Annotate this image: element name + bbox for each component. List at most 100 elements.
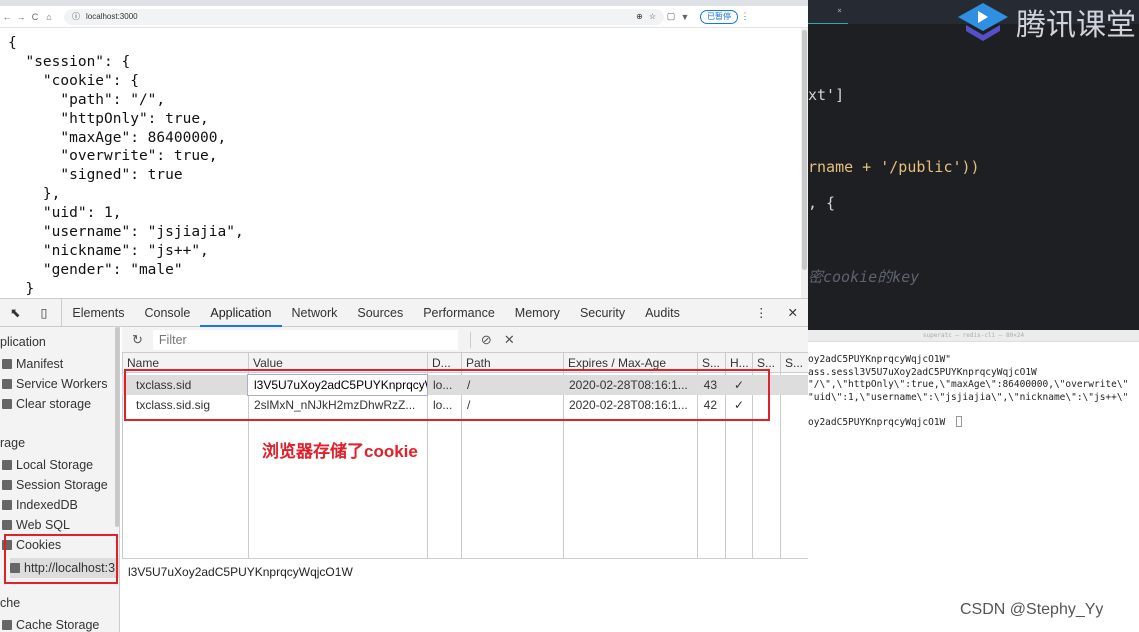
tab-console[interactable]: Console	[134, 299, 200, 327]
column-header-8[interactable]: S...	[780, 353, 808, 373]
terminal-line: "/\",\"httpOnly\":true,\"maxAge\":864000…	[808, 379, 1129, 390]
sidebar-item-local-storage[interactable]: Local Storage	[2, 458, 93, 472]
extension-icon[interactable]: ▢	[664, 11, 678, 22]
sidebar-scrollbar[interactable]	[115, 327, 119, 527]
watermark: CSDN @Stephy_Yy	[960, 601, 1104, 618]
json-line: {	[8, 35, 17, 51]
home-icon[interactable]: ⌂	[42, 12, 56, 22]
sidebar-item-service-workers[interactable]: Service Workers	[2, 377, 107, 391]
sidebar-item-local-storage-label: Local Storage	[16, 458, 94, 472]
profile-paused-button[interactable]: 已暂停	[700, 9, 738, 24]
cookie-toolbar: ↻ ⊘ ✕	[122, 327, 808, 353]
sidebar-item-cache-storage[interactable]: Cache Storage	[2, 618, 99, 632]
sidebar-item-manifest[interactable]: Manifest	[2, 357, 63, 371]
code-editor: × 腾讯课堂 xt'] rname + '/public')) , { 密coo…	[808, 0, 1139, 330]
section-cache: che	[0, 596, 21, 610]
inspect-icon[interactable]: ⬉	[0, 299, 30, 327]
json-line: "maxAge": 86400000,	[8, 129, 227, 146]
terminal-line: "uid\":1,\"username\":\"jsjiajia\",\"nic…	[808, 391, 1129, 403]
json-line: "username": "jsjiajia",	[8, 224, 244, 241]
terminal-cursor	[956, 416, 962, 427]
database-icon	[2, 500, 12, 510]
grid-icon	[2, 460, 12, 470]
code-line: rname + '/public'))	[808, 158, 980, 176]
cookie-value-preview: l3V5U7uXoy2adC5PUYKnprqcyWqjcO1W	[128, 565, 353, 579]
tab-sources[interactable]: Sources	[347, 299, 413, 327]
sidebar-item-indexeddb-label: IndexedDB	[16, 498, 78, 512]
sidebar-item-web-sql[interactable]: Web SQL	[2, 518, 70, 532]
sidebar-item-web-sql-label: Web SQL	[16, 518, 70, 532]
json-line: "session": {	[8, 53, 131, 70]
tab-security[interactable]: Security	[570, 299, 635, 327]
code-line: , {	[808, 194, 836, 212]
devtools-tab-bar: ⬉ ▯ Elements Console Application Network Sou…	[0, 298, 808, 327]
section-application: plication	[0, 335, 46, 349]
sidebar-item-clear-storage-label: Clear storage	[16, 397, 92, 411]
highlight-box-sidebar	[4, 534, 118, 584]
json-response: { "session": { "cookie": { "path": "/", …	[8, 34, 244, 299]
browser-window: ← → C ⌂ ⓘ localhost:3000 ⊕ ☆ ▢ ▼ 已暂停 ⋮ {…	[0, 0, 808, 632]
reload-icon[interactable]: C	[28, 12, 42, 22]
forward-icon[interactable]: →	[14, 12, 28, 22]
devtools-close-icon[interactable]: ✕	[778, 299, 808, 327]
tab-network[interactable]: Network	[282, 299, 348, 327]
json-line: "path": "/",	[8, 91, 166, 108]
star-icon[interactable]: ☆	[649, 12, 656, 21]
tab-performance[interactable]: Performance	[413, 299, 505, 327]
tab-memory[interactable]: Memory	[505, 299, 570, 327]
terminal-line: ass.sessl3V5U7uXoy2adC5PUYKnprqcyWqjcO1W	[808, 366, 1037, 378]
annotation-text: 浏览器存储了cookie	[262, 442, 418, 461]
highlight-box-cookies	[124, 369, 770, 421]
menu-icon[interactable]: ⋮	[738, 11, 752, 22]
zoom-icon[interactable]: ⊕	[636, 12, 643, 21]
json-line: }	[8, 280, 35, 297]
address-bar[interactable]: ⓘ localhost:3000 ⊕ ☆	[64, 8, 664, 25]
trash-icon	[2, 399, 12, 409]
delete-selected-icon[interactable]: ✕	[504, 332, 515, 348]
cell-s	[780, 375, 808, 395]
sidebar-item-session-storage[interactable]: Session Storage	[2, 478, 108, 492]
json-line: "httpOnly": true,	[8, 110, 209, 127]
database-icon	[2, 620, 12, 630]
sidebar-item-cache-storage-label: Cache Storage	[16, 618, 100, 632]
json-line: },	[8, 186, 61, 203]
terminal-line: oy2adC5PUYKnprqcyWqjcO1W	[808, 416, 946, 428]
file-icon	[2, 359, 12, 369]
tab-elements[interactable]: Elements	[62, 299, 134, 327]
page-scrollbar[interactable]	[801, 28, 808, 298]
json-line: "overwrite": true,	[8, 148, 218, 165]
filter-input[interactable]	[152, 329, 458, 350]
code-line: xt']	[808, 86, 845, 104]
json-line: "nickname": "js++",	[8, 242, 209, 259]
gear-icon	[2, 379, 12, 389]
sidebar-item-indexeddb[interactable]: IndexedDB	[2, 498, 78, 512]
sidebar-item-clear-storage[interactable]: Clear storage	[2, 397, 91, 411]
tencent-classroom-logo: 腾讯课堂	[958, 0, 1136, 44]
grid-icon	[2, 480, 12, 490]
database-icon	[2, 520, 12, 530]
section-storage: rage	[0, 436, 26, 450]
json-line: "signed": true	[8, 167, 183, 184]
cell-s	[780, 395, 808, 415]
tab-application[interactable]: Application	[200, 299, 282, 327]
code-comment: 密cookie的key	[808, 268, 920, 286]
application-sidebar: plication Manifest Service Workers Clear st…	[0, 327, 120, 632]
terminal-window: superatc — redis-cli — 80×24 oy2adC5PUYK…	[808, 330, 1139, 632]
play-logo-icon	[958, 3, 1008, 41]
sidebar-item-service-workers-label: Service Workers	[16, 377, 108, 391]
tab-audits[interactable]: Audits	[635, 299, 690, 327]
back-icon[interactable]: ←	[0, 12, 14, 22]
json-line: "uid": 1,	[8, 205, 122, 222]
extension-v-icon[interactable]: ▼	[678, 12, 692, 22]
url-text: localhost:3000	[86, 12, 138, 21]
refresh-icon[interactable]: ↻	[132, 332, 143, 348]
devtools-panel: ⬉ ▯ Elements Console Application Network Sou…	[0, 298, 808, 632]
json-line: "gender": "male"	[8, 261, 183, 278]
json-line: "cookie": {	[8, 72, 139, 89]
device-toolbar-icon[interactable]: ▯	[30, 298, 63, 327]
terminal-line: oy2adC5PUYKnprqcyWqjcO1W"	[808, 354, 951, 365]
devtools-menu-icon[interactable]: ⋮	[745, 299, 778, 327]
tab-close-icon[interactable]: ×	[808, 0, 848, 24]
terminal-title: superatc — redis-cli — 80×24	[808, 330, 1139, 342]
clear-all-icon[interactable]: ⊘	[469, 331, 492, 348]
